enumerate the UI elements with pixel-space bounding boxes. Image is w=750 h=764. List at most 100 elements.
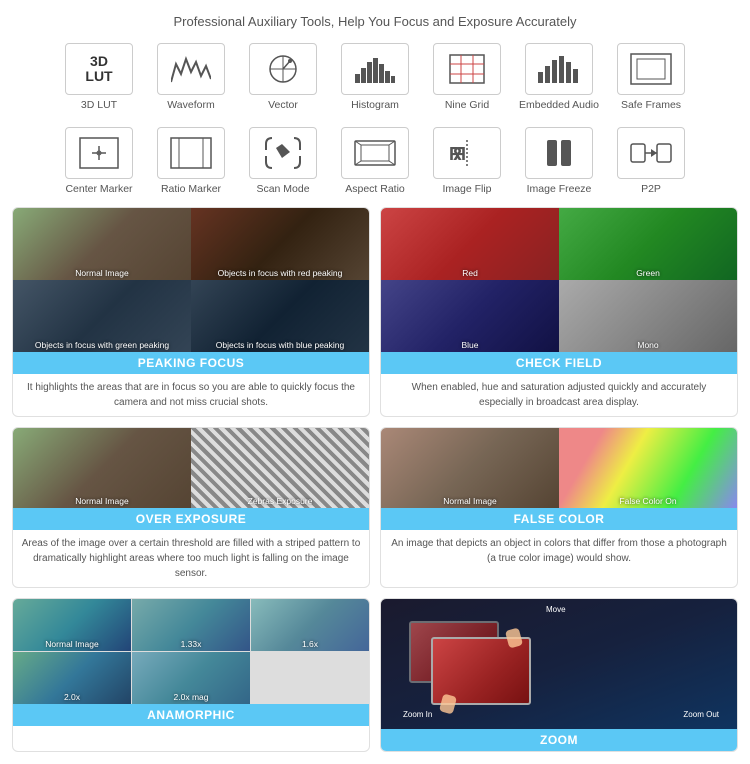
- tool-icon-center-marker: [65, 127, 133, 179]
- ana-label-3: 1.6x: [251, 639, 369, 649]
- tool-icon-scan-mode: [249, 127, 317, 179]
- check-mono-image: Mono: [559, 280, 737, 352]
- tool-embedded-audio[interactable]: Embedded Audio: [515, 39, 603, 115]
- ana-label-1: Normal Image: [13, 639, 131, 649]
- over-normal-image: Normal Image: [13, 428, 191, 508]
- tool-label-center-marker: Center Marker: [65, 183, 132, 195]
- feature-check-field: Red Green Blue Mono CHECK FIELD When ena…: [380, 207, 738, 417]
- over-normal-label: Normal Image: [13, 496, 191, 506]
- check-green-label: Green: [559, 268, 737, 278]
- zoom-finger-2: [439, 693, 457, 714]
- check-red-image: Red: [381, 208, 559, 280]
- check-field-images: Red Green Blue Mono: [381, 208, 737, 352]
- check-mono-label: Mono: [559, 340, 737, 350]
- tool-icon-aspect-ratio: [341, 127, 409, 179]
- feature-anamorphic: Normal Image 1.33x 1.6x 2.0x 2.0x mag AN…: [12, 598, 370, 752]
- ana-label-5: 2.0x mag: [132, 692, 250, 702]
- tool-label-ratio-marker: Ratio Marker: [161, 183, 221, 195]
- tool-icon-waveform: [157, 43, 225, 95]
- zoom-device-front: [431, 637, 531, 705]
- features-grid: Normal Image Objects in focus with red p…: [0, 207, 750, 764]
- peaking-focus-images: Normal Image Objects in focus with red p…: [13, 208, 369, 352]
- check-blue-label: Blue: [381, 340, 559, 350]
- ana-label-4: 2.0x: [13, 692, 131, 702]
- tool-image-flip[interactable]: R R Image Flip: [423, 123, 511, 199]
- tool-icon-p2p: [617, 127, 685, 179]
- over-exposure-images: Normal Image Zebras Exposure: [13, 428, 369, 508]
- tool-icon-3d-lut: 3DLUT: [65, 43, 133, 95]
- tool-icon-image-flip: R R: [433, 127, 501, 179]
- over-exposure-title: OVER EXPOSURE: [13, 508, 369, 530]
- ana-img-3: 1.6x: [251, 599, 369, 651]
- tools-row-1: 3DLUT 3D LUT Waveform Vector: [0, 39, 750, 123]
- tool-waveform[interactable]: Waveform: [147, 39, 235, 115]
- false-on-label: False Color On: [559, 496, 737, 506]
- anamorphic-images: Normal Image 1.33x 1.6x 2.0x 2.0x mag: [13, 599, 369, 704]
- tool-icon-safe-frames: [617, 43, 685, 95]
- tool-aspect-ratio[interactable]: Aspect Ratio: [331, 123, 419, 199]
- false-color-desc: An image that depicts an object in color…: [381, 530, 737, 572]
- tool-scan-mode[interactable]: Scan Mode: [239, 123, 327, 199]
- feature-false-color: Normal Image False Color On FALSE COLOR …: [380, 427, 738, 588]
- tool-label-scan-mode: Scan Mode: [256, 183, 309, 195]
- tool-label-safe-frames: Safe Frames: [621, 99, 681, 111]
- tools-row-2: Center Marker Ratio Marker Scan Mode: [0, 123, 750, 207]
- tool-histogram[interactable]: Histogram: [331, 39, 419, 115]
- header-title: Professional Auxiliary Tools, Help You F…: [174, 14, 577, 29]
- feature-zoom: Move Zoom In Zoom Out ZOOM: [380, 598, 738, 752]
- tool-ratio-marker[interactable]: Ratio Marker: [147, 123, 235, 199]
- tool-icon-ratio-marker: [157, 127, 225, 179]
- check-green-image: Green: [559, 208, 737, 280]
- over-exposure-desc: Areas of the image over a certain thresh…: [13, 530, 369, 587]
- tool-label-embedded-audio: Embedded Audio: [519, 99, 599, 111]
- false-color-images: Normal Image False Color On: [381, 428, 737, 508]
- zoom-in-label: Zoom In: [403, 710, 432, 719]
- peaking-normal-label: Normal Image: [13, 268, 191, 278]
- tool-label-p2p: P2P: [641, 183, 661, 195]
- check-field-title: CHECK FIELD: [381, 352, 737, 374]
- feature-peaking-focus: Normal Image Objects in focus with red p…: [12, 207, 370, 417]
- tool-icon-histogram: [341, 43, 409, 95]
- tool-label-3d-lut: 3D LUT: [81, 99, 117, 111]
- svg-text:R: R: [453, 144, 466, 164]
- tool-label-histogram: Histogram: [351, 99, 399, 111]
- check-field-desc: When enabled, hue and saturation adjuste…: [381, 374, 737, 416]
- false-normal-label: Normal Image: [381, 496, 559, 506]
- peaking-red-label: Objects in focus with red peaking: [191, 268, 369, 278]
- tool-image-freeze[interactable]: Image Freeze: [515, 123, 603, 199]
- ana-label-2: 1.33x: [132, 639, 250, 649]
- tool-label-waveform: Waveform: [167, 99, 214, 111]
- zoom-out-label: Zoom Out: [683, 710, 719, 719]
- tool-label-image-flip: Image Flip: [442, 183, 491, 195]
- ana-img-5: 2.0x mag: [132, 652, 250, 704]
- anamorphic-title: ANAMORPHIC: [13, 704, 369, 726]
- false-on-image: False Color On: [559, 428, 737, 508]
- check-blue-image: Blue: [381, 280, 559, 352]
- peaking-blue-label: Objects in focus with blue peaking: [191, 340, 369, 350]
- tool-safe-frames[interactable]: Safe Frames: [607, 39, 695, 115]
- tool-p2p[interactable]: P2P: [607, 123, 695, 199]
- zoom-move-label: Move: [546, 605, 566, 614]
- peaking-focus-title: PEAKING FOCUS: [13, 352, 369, 374]
- tool-center-marker[interactable]: Center Marker: [55, 123, 143, 199]
- tool-nine-grid[interactable]: Nine Grid: [423, 39, 511, 115]
- zoom-title: ZOOM: [381, 729, 737, 751]
- tool-3d-lut[interactable]: 3DLUT 3D LUT: [55, 39, 143, 115]
- tool-label-aspect-ratio: Aspect Ratio: [345, 183, 405, 195]
- peaking-blue-image: Objects in focus with blue peaking: [191, 280, 369, 352]
- feature-over-exposure: Normal Image Zebras Exposure OVER EXPOSU…: [12, 427, 370, 588]
- zoom-finger-1: [505, 627, 523, 648]
- over-zebra-image: Zebras Exposure: [191, 428, 369, 508]
- tool-vector[interactable]: Vector: [239, 39, 327, 115]
- tool-icon-image-freeze: [525, 127, 593, 179]
- tool-icon-nine-grid: [433, 43, 501, 95]
- ana-img-1: Normal Image: [13, 599, 131, 651]
- peaking-green-image: Objects in focus with green peaking: [13, 280, 191, 352]
- false-normal-image: Normal Image: [381, 428, 559, 508]
- tool-label-image-freeze: Image Freeze: [527, 183, 592, 195]
- check-red-label: Red: [381, 268, 559, 278]
- ana-img-2: 1.33x: [132, 599, 250, 651]
- tool-icon-embedded-audio: [525, 43, 593, 95]
- zoom-visual: Move Zoom In Zoom Out: [381, 599, 737, 729]
- peaking-green-label: Objects in focus with green peaking: [13, 340, 191, 350]
